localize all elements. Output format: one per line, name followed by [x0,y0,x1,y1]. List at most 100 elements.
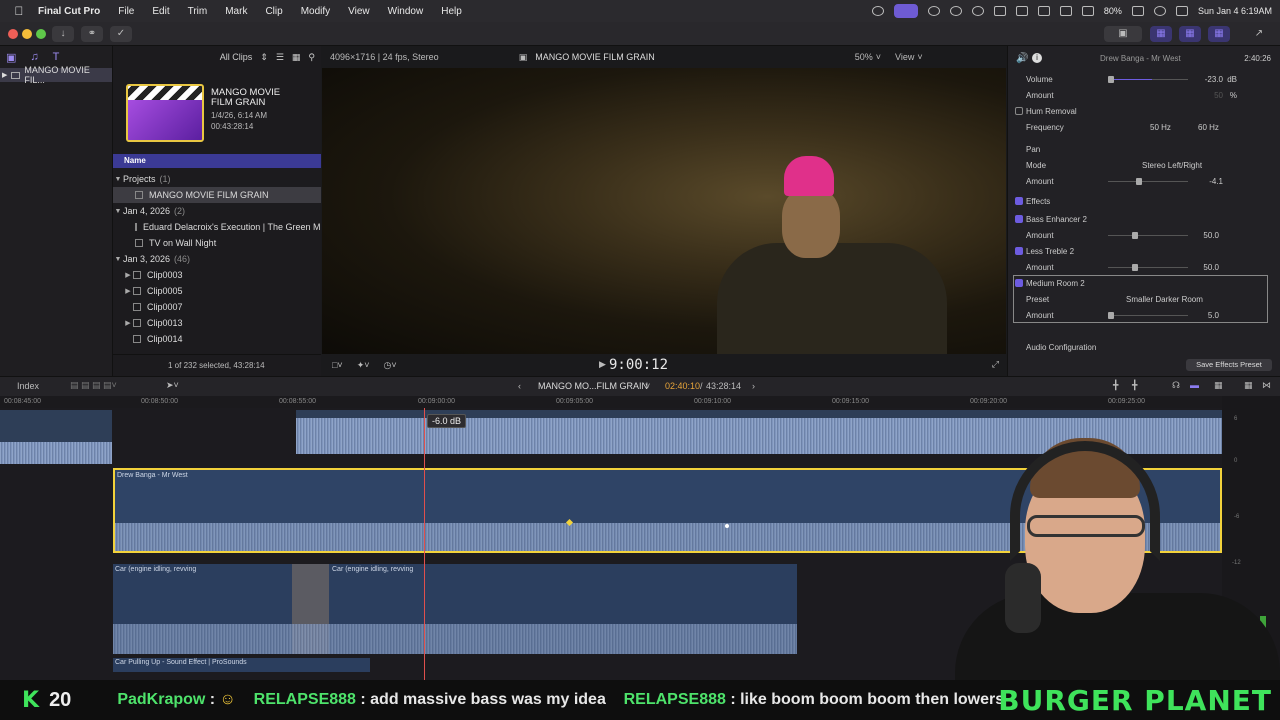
disclosure-triangle-icon[interactable]: ▶ [123,287,133,295]
collapse-icon[interactable]: ⋈ [1262,380,1271,391]
disclosure-triangle-icon[interactable]: ▶ [123,271,133,279]
treble-amount-value[interactable]: 50.0 [1203,263,1219,272]
disclosure-triangle-icon[interactable]: ▼ [113,176,123,183]
bluetooth-icon[interactable] [1059,6,1072,16]
treble-amount-slider[interactable] [1108,264,1188,271]
fullscreen-icon[interactable]: ⤢ [992,359,999,370]
video-frame[interactable] [322,68,1006,354]
disclosure-triangle-icon[interactable]: ▼ [113,208,123,215]
photos-audio-tab-icon[interactable]: ♫ [30,51,38,63]
menu-file[interactable]: File [118,6,134,17]
play-button[interactable]: ▶ [599,359,606,370]
cloud-icon[interactable] [949,6,962,16]
search-icon[interactable]: ⚲ [308,52,315,63]
library-item[interactable]: ▶ MANGO MOVIE FIL... [0,65,112,85]
menu-edit[interactable]: Edit [152,6,169,17]
car-clip[interactable]: Car (engine idling, revving Car (engine … [113,564,797,654]
disclosure-triangle-icon[interactable]: ▶ [2,71,7,79]
show-browser-button[interactable]: ▦ [1150,26,1172,42]
share-button[interactable]: ▣ [1104,26,1142,42]
audio-clip-bg-left[interactable] [0,410,112,464]
list-item[interactable]: ▶ Clip0003 [113,267,321,283]
list-item[interactable]: Clip0014 [113,331,321,347]
audio-meters-icon[interactable]: ▦ [1244,380,1253,391]
bass-amount-slider[interactable] [1108,232,1188,239]
clip-appearance-icon[interactable]: ▦ [292,52,301,63]
enhance-icon[interactable]: ✦˅ [357,360,370,371]
background-tasks-button[interactable]: ✓ [110,26,132,42]
forward-arrow-icon[interactable]: › [752,381,755,391]
list-group-date[interactable]: ▼ Jan 3, 2026 (46) [113,251,321,267]
play-icon[interactable] [971,6,984,16]
list-view-icon[interactable]: ☰ [276,52,284,63]
name-column-header[interactable]: Name [113,154,321,168]
menu-help[interactable]: Help [441,6,462,17]
libraries-tab-icon[interactable]: ▣ [6,51,16,64]
hum-removal-checkbox[interactable] [1015,107,1023,115]
room-amount-slider[interactable] [1108,312,1188,319]
close-window-icon[interactable] [8,29,18,39]
clip-filter-dropdown[interactable]: All Clips [220,52,253,62]
view-dropdown[interactable]: View [895,52,914,62]
menu-trim[interactable]: Trim [188,6,208,17]
less-treble-checkbox[interactable] [1015,247,1023,255]
effects-checkbox[interactable] [1015,197,1023,205]
list-item[interactable]: TV on Wall Night [113,235,321,251]
save-effects-preset-button[interactable]: Save Effects Preset [1186,359,1272,371]
wifi-icon[interactable] [1081,6,1094,16]
timecode-display[interactable]: 9:00:12 [609,357,668,373]
volume-value[interactable]: -23.0 [1205,75,1223,84]
bass-enhancer-checkbox[interactable] [1015,215,1023,223]
medium-room-checkbox[interactable] [1015,279,1023,287]
transform-icon[interactable]: □˅ [332,360,343,370]
list-group-date[interactable]: ▼ Jan 4, 2026 (2) [113,203,321,219]
skimming-icon[interactable]: ▬ [1190,380,1199,390]
keyword-button[interactable]: ⚭ [81,26,103,42]
volume-icon[interactable] [993,6,1006,16]
disclosure-triangle-icon[interactable]: ▼ [113,256,123,263]
titles-tab-icon[interactable]: T [53,51,60,63]
pan-slider[interactable] [1108,178,1188,185]
stage-manager-icon[interactable] [893,4,918,18]
globe-icon[interactable] [927,6,940,16]
show-inspector-button[interactable]: ▦ [1208,26,1230,42]
minimize-window-icon[interactable] [22,29,32,39]
pan-amount-value[interactable]: -4.1 [1209,177,1223,186]
pan-mode-dropdown[interactable]: Stereo Left/Right [1142,161,1202,170]
timeline-ruler[interactable]: 00:08:45:00 00:08:50:00 00:08:55:00 00:0… [0,396,1222,408]
clip-appearance-icon[interactable]: ▦ [1214,380,1223,391]
list-item[interactable]: Eduard Delacroix's Execution | The Green… [113,219,321,235]
list-item[interactable]: MANGO MOVIE FILM GRAIN [113,187,321,203]
project-thumbnail[interactable] [126,84,204,142]
menu-window[interactable]: Window [388,6,424,17]
edit-buttons-icon[interactable]: ▤ ▤ ▤ ▤˅ [70,380,117,391]
menu-modify[interactable]: Modify [301,6,330,17]
playhead[interactable] [424,408,425,680]
info-tab-icon[interactable]: i [1032,53,1042,63]
zoom-in-icon[interactable]: ╋ [1113,380,1118,391]
audio-tab-icon[interactable]: 🔊 [1016,53,1028,64]
volume-keyframe[interactable] [725,524,729,528]
disclosure-triangle-icon[interactable]: ▶ [123,319,133,327]
battery-icon[interactable] [1131,6,1144,16]
list-item[interactable]: ▶ Clip0013 [113,315,321,331]
menu-mark[interactable]: Mark [225,6,247,17]
control-center-icon[interactable] [1175,6,1188,16]
headphones-icon[interactable]: ☊ [1172,380,1180,391]
index-button[interactable]: Index [17,381,39,391]
display-icon[interactable] [1037,6,1050,16]
apple-icon[interactable]:  [12,4,26,18]
fullscreen-icon[interactable]: ↗ [1248,26,1270,42]
freq-60-radio[interactable]: 60 Hz [1198,123,1219,132]
menu-app-name[interactable]: Final Cut Pro [38,6,100,17]
menu-clock[interactable]: Sun Jan 4 6:19AM [1198,6,1272,16]
list-group-projects[interactable]: ▼ Projects (1) [113,171,321,187]
bass-amount-value[interactable]: 50.0 [1203,231,1219,240]
search-icon[interactable] [1153,6,1166,16]
show-timeline-button[interactable]: ▦ [1179,26,1201,42]
select-tool-icon[interactable]: ➤˅ [166,380,179,391]
caption-icon[interactable] [1015,6,1028,16]
amount-value[interactable]: 50 [1214,91,1223,100]
screen-record-icon[interactable] [871,6,884,16]
preset-dropdown[interactable]: Smaller Darker Room [1126,295,1203,304]
